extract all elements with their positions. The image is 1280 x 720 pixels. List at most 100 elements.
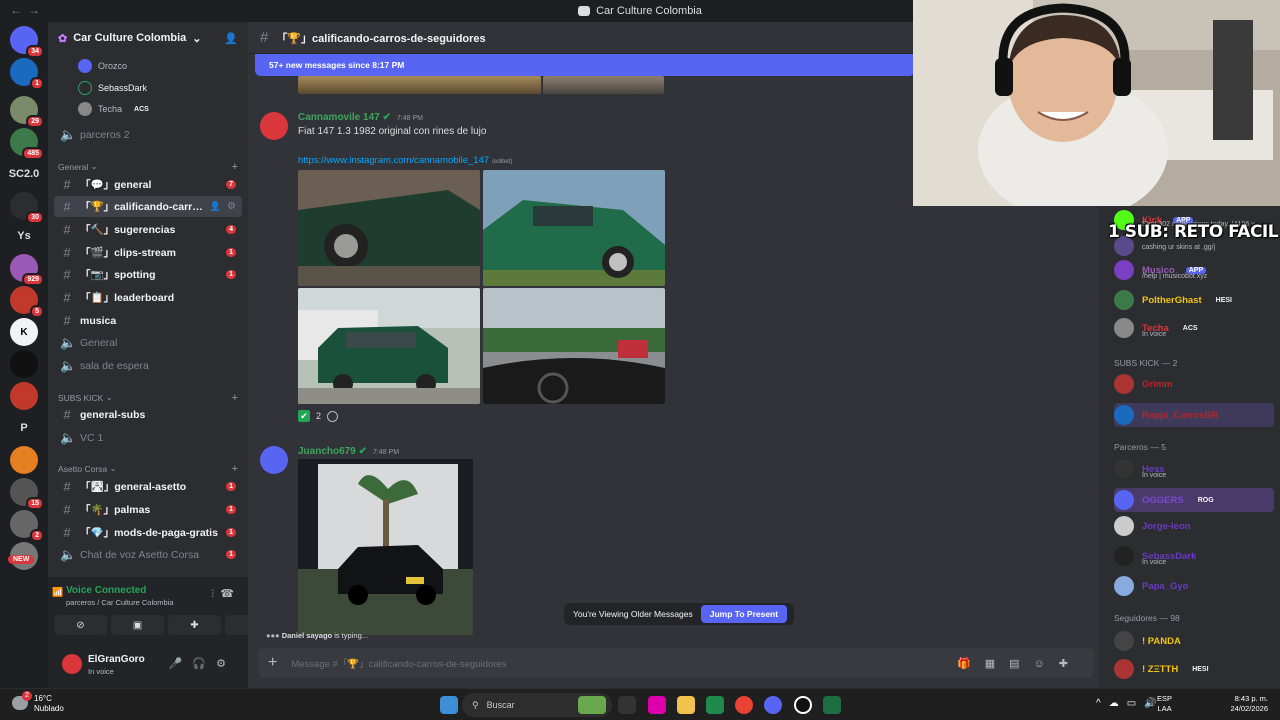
clock[interactable]: 8:43 p. m. 24/02/2026 (1230, 694, 1268, 714)
voice-channel-path[interactable]: parceros / Car Culture Colombia (66, 598, 174, 607)
member[interactable]: ! PANDA (1114, 631, 1181, 651)
voice-user[interactable]: Orozco (78, 59, 127, 73)
server-icon[interactable]: 1 (10, 58, 44, 90)
guild-header[interactable]: ✿ Car Culture Colombia ⌄ 👤 (48, 22, 248, 54)
server-icon[interactable]: 485 (10, 128, 44, 160)
avatar[interactable] (260, 446, 288, 474)
category-subs-kick[interactable]: SUBS KICK ⌄ + (58, 392, 238, 404)
member[interactable]: Techa ACS In voice (1114, 318, 1201, 338)
voice-user[interactable]: Techa ACS (78, 102, 152, 116)
server-icon[interactable] (10, 382, 38, 410)
channel-clips-stream[interactable]: # 「🎬」clips-stream 1 (54, 242, 242, 263)
server-icon[interactable]: Ys (10, 222, 38, 250)
add-member-icon[interactable]: 👤 (224, 32, 238, 45)
message-image[interactable] (298, 76, 541, 94)
message-link[interactable]: https://www.instagram.com/cannamobile_14… (298, 155, 513, 166)
copilot-icon[interactable] (648, 696, 666, 714)
channel-sugerencias[interactable]: # 「🔨」sugerencias 4 (54, 219, 242, 240)
channel-spotting[interactable]: # 「📷」spotting 1 (54, 264, 242, 285)
camera-button[interactable]: ⊘ (54, 615, 107, 635)
gear-icon[interactable]: ⚙ (227, 201, 236, 212)
channel-mods-de-paga-gratis[interactable]: # 「💎」mods-de-paga-gratis 1 (54, 522, 242, 543)
weather-widget[interactable]: 2 16°C Nublado (12, 691, 64, 714)
disconnect-icon[interactable]: ☎ (220, 587, 234, 600)
avatar[interactable] (62, 654, 82, 674)
check-reaction-icon[interactable]: ✔ (298, 410, 310, 422)
excel-icon[interactable] (823, 696, 841, 714)
add-channel-icon[interactable]: + (232, 392, 238, 404)
message-composer[interactable]: + Message #「🏆」calificando-carros-de-segu… (258, 648, 1094, 678)
home-button[interactable]: 34 (10, 26, 44, 58)
message-input[interactable]: Message #「🏆」calificando-carros-de-seguid… (291, 656, 506, 670)
message-author[interactable]: Cannamovile 147 ✔ 7:48 PM (298, 112, 423, 123)
new-messages-bar[interactable]: 57+ new messages since 8:17 PM (255, 54, 915, 76)
user-controls[interactable]: 🎤🎧⚙ (169, 657, 236, 670)
channel-general-asetto[interactable]: # 「🛣」general-asetto 1 (54, 476, 242, 497)
server-icon[interactable] (10, 350, 38, 378)
chrome-icon[interactable] (735, 696, 753, 714)
composer-tools[interactable]: 🎁▦▤☺✚ (957, 657, 1082, 670)
car-photo[interactable] (483, 288, 665, 404)
message-author[interactable]: Juancho679 ✔ 7:48 PM (298, 446, 399, 457)
member[interactable]: Hess In voice (1114, 459, 1166, 479)
server-icon[interactable]: SC2.0 (9, 160, 40, 188)
activities-button[interactable]: ✚ (168, 615, 221, 635)
category-general[interactable]: General ⌄ + (58, 161, 238, 173)
widget-icon[interactable] (578, 696, 606, 714)
member[interactable]: Papa_Gyo (1114, 576, 1188, 596)
windows-start-icon[interactable] (440, 696, 458, 714)
server-icon[interactable] (10, 446, 38, 474)
noise-icon[interactable]: ⫶ (212, 589, 215, 600)
car-photo[interactable] (298, 288, 480, 404)
voice-channel-general[interactable]: 🔈 General (54, 332, 242, 353)
channel-musica[interactable]: # musica (54, 310, 242, 331)
member[interactable]: Rappi_CarrosBR (1114, 403, 1274, 427)
task-view-icon[interactable] (618, 696, 636, 714)
member[interactable]: SebassDark In voice (1114, 546, 1196, 566)
member[interactable]: Jorge-leon (1114, 516, 1191, 536)
xbox-icon[interactable] (706, 696, 724, 714)
add-channel-icon[interactable]: + (232, 161, 238, 173)
server-icon[interactable]: 2 (10, 510, 44, 542)
system-tray-icons[interactable]: ^☁▭🔊 (1096, 698, 1165, 709)
channel-calificando[interactable]: # 「🏆」calificando-carros... 👤 ⚙ (54, 196, 242, 217)
member[interactable]: ! ZΞTTH HESI (1114, 659, 1212, 679)
add-channel-icon[interactable]: + (232, 463, 238, 475)
file-explorer-icon[interactable] (677, 696, 695, 714)
obs-icon[interactable] (794, 696, 812, 714)
car-photo[interactable] (483, 170, 665, 286)
channel-general-subs[interactable]: # general-subs (54, 404, 242, 425)
server-icon[interactable]: 29 (10, 96, 44, 128)
member[interactable]: PoltherGhast HESI (1114, 290, 1235, 310)
username[interactable]: ElGranGoro (88, 654, 145, 665)
message-image[interactable] (543, 76, 664, 94)
voice-channel-sala-de-espera[interactable]: 🔈 sala de espera (54, 355, 242, 376)
add-reaction-icon[interactable] (327, 410, 339, 422)
channel-palmas[interactable]: # 「🌴」palmas 1 (54, 499, 242, 520)
server-icon[interactable]: 929 (10, 254, 44, 286)
server-icon[interactable]: K (10, 318, 38, 346)
language-indicator[interactable]: ESP LAA (1157, 694, 1172, 714)
screen-share-button[interactable]: ▣ (111, 615, 164, 635)
server-icon[interactable]: P (10, 414, 38, 442)
nav-arrows[interactable]: ←→ (10, 3, 46, 17)
server-icon[interactable]: 30 (10, 192, 44, 224)
voice-user[interactable]: SebassDark (78, 81, 147, 95)
member[interactable]: Grimm (1114, 374, 1173, 394)
voice-channel-asetto[interactable]: 🔈 Chat de voz Asetto Corsa 1 (54, 544, 242, 565)
car-photo[interactable] (298, 459, 473, 635)
category-asetto-corsa[interactable]: Asetto Corsa ⌄ + (58, 463, 238, 475)
avatar[interactable] (260, 112, 288, 140)
car-photo[interactable] (298, 170, 480, 286)
channel-general[interactable]: # 「💬」general 7 (54, 174, 242, 195)
voice-channel-parceros-2[interactable]: 🔈 parceros 2 (54, 124, 242, 145)
server-icon[interactable]: 5 (10, 286, 44, 318)
member[interactable]: Musico APP/help | musicobot.xyz (1114, 260, 1207, 280)
plus-icon[interactable]: + (268, 654, 277, 672)
member[interactable]: OGGERS ROG (1114, 488, 1274, 512)
jump-to-present-button[interactable]: Jump To Present (700, 605, 788, 623)
server-icon[interactable]: 15 (10, 478, 44, 510)
channel-leaderboard[interactable]: # 「📋」leaderboard (54, 287, 242, 308)
voice-channel-vc1[interactable]: 🔈 VC 1 (54, 427, 242, 448)
invite-icon[interactable]: 👤 (210, 201, 221, 212)
